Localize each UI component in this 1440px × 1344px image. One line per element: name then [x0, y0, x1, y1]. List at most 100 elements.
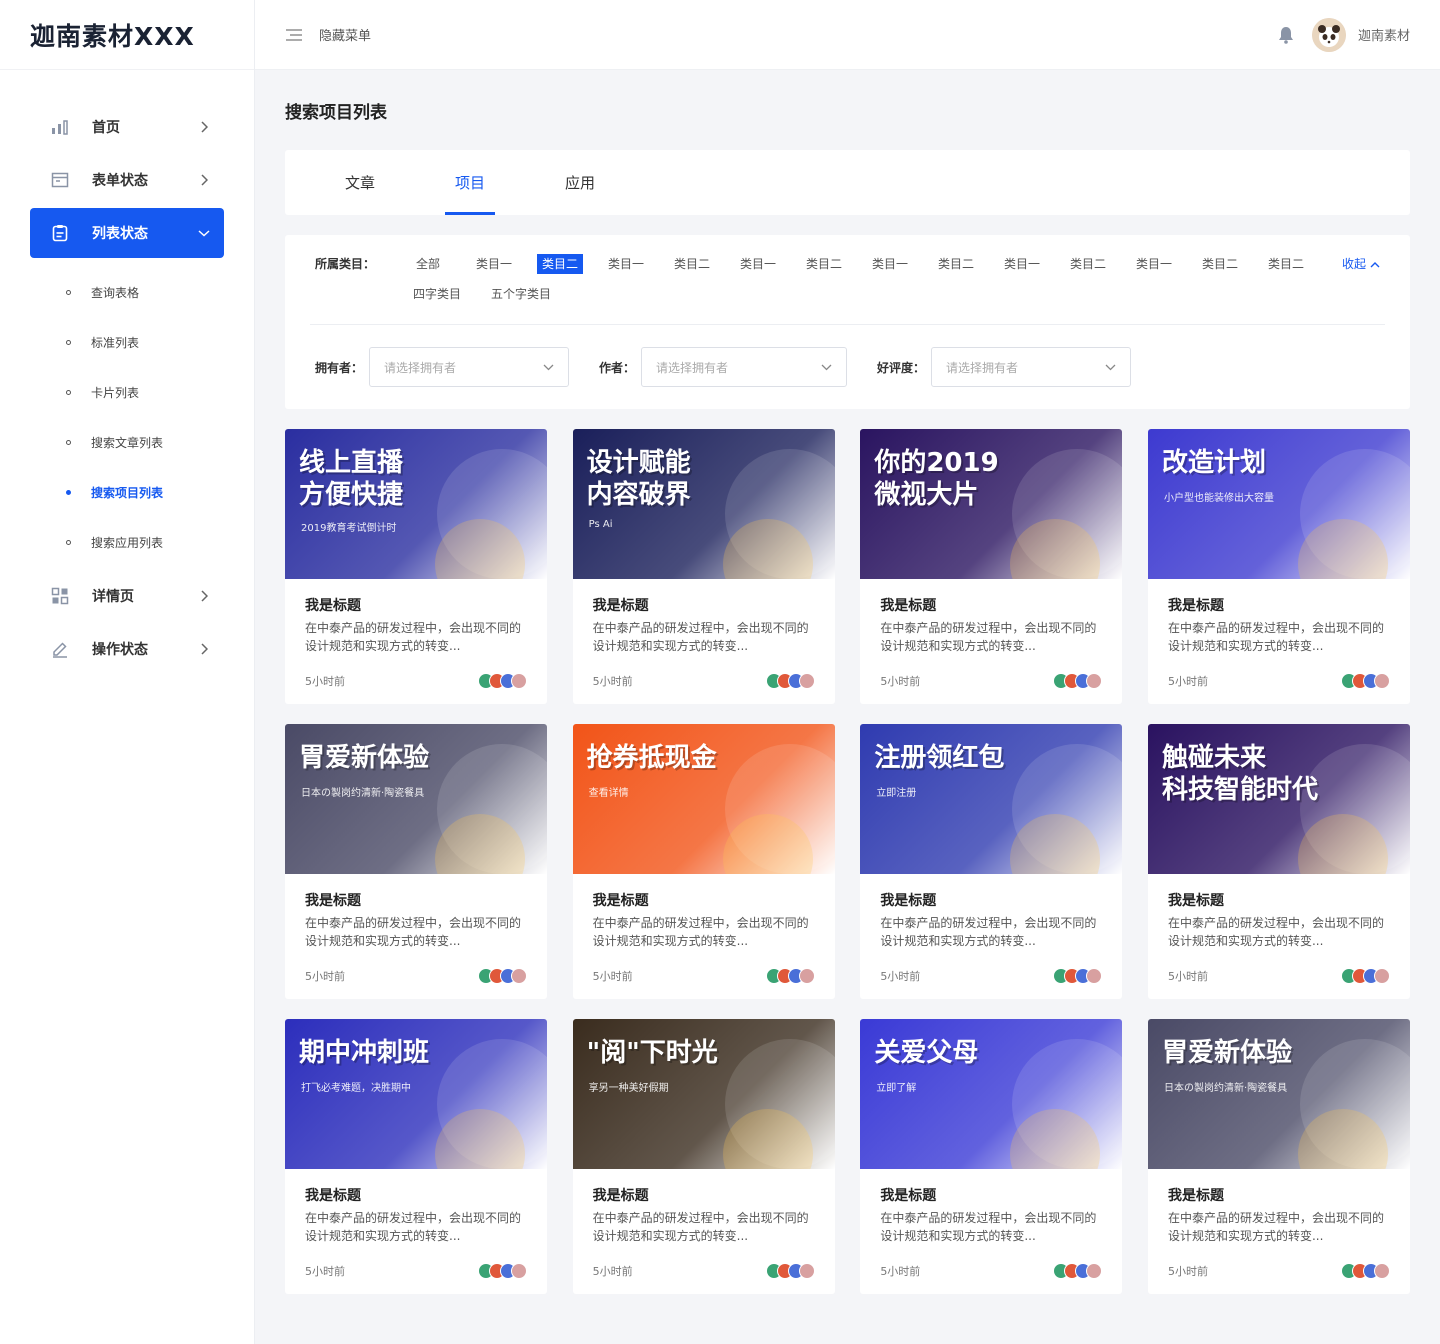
project-card[interactable]: 抢券抵现金 查看详情 我是标题 在中泰产品的研发过程中，会出现不同的设计规范和实现方式…	[572, 724, 835, 999]
member-avatar[interactable]	[1086, 1263, 1103, 1279]
card-body: 我是标题 在中泰产品的研发过程中，会出现不同的设计规范和实现方式的转变... 5小时…	[573, 579, 835, 689]
member-avatars[interactable]	[478, 1263, 527, 1279]
member-avatars[interactable]	[1340, 673, 1390, 689]
banner-headline: 胃爱新体验	[299, 743, 430, 773]
menu-toggle-icon[interactable]	[285, 28, 303, 42]
category-option[interactable]: 类目二	[1187, 253, 1253, 275]
card-body: 我是标题 在中泰产品的研发过程中，会出现不同的设计规范和实现方式的转变... 5小时…	[285, 579, 547, 689]
member-avatar[interactable]	[511, 968, 527, 984]
member-avatars[interactable]	[1053, 673, 1103, 689]
card-time: 5小时前	[1167, 970, 1208, 983]
member-avatars[interactable]	[1340, 1263, 1390, 1279]
card-banner-image: 关爱父母 立即了解	[860, 1019, 1123, 1169]
sub-item-card-list[interactable]: 卡片列表	[0, 367, 254, 417]
member-avatar[interactable]	[798, 968, 815, 984]
owner-select[interactable]: 请选择拥有者	[369, 347, 570, 387]
user-name[interactable]: 迦南素材	[1358, 25, 1410, 44]
card-description: 在中泰产品的研发过程中，会出现不同的设计规范和实现方式的转变...	[592, 1211, 809, 1243]
member-avatar[interactable]	[798, 673, 815, 689]
project-card[interactable]: 你的2019 微视大片 我是标题 在中泰产品的研发过程中，会出现不同的设计规范和实现…	[860, 429, 1123, 704]
sub-item-app-search[interactable]: 搜索应用列表	[0, 517, 254, 567]
grid-layout-icon	[50, 586, 70, 606]
member-avatar[interactable]	[1373, 673, 1390, 689]
banner-subtext: 享另一种美好假期	[588, 1083, 669, 1094]
member-avatar[interactable]	[511, 1263, 527, 1279]
category-option[interactable]: 类目一	[593, 253, 659, 275]
tab-apps[interactable]: 应用	[525, 150, 635, 215]
member-avatar[interactable]	[1086, 673, 1103, 689]
user-avatar[interactable]	[1311, 17, 1346, 52]
project-card[interactable]: 注册领红包 立即注册 我是标题 在中泰产品的研发过程中，会出现不同的设计规范和实现方式…	[860, 724, 1123, 999]
collapse-toggle[interactable]: 收起	[1342, 253, 1380, 275]
chevron-right-icon	[196, 643, 212, 655]
member-avatars[interactable]	[765, 1263, 815, 1279]
banner-headline: 注册领红包	[874, 743, 1005, 773]
category-option[interactable]: 类目二	[527, 253, 593, 275]
sidebar-item-label: 表单状态	[92, 173, 148, 189]
category-option[interactable]: 类目一	[1121, 253, 1187, 275]
tab-articles[interactable]: 文章	[305, 150, 415, 215]
sub-item-article-search[interactable]: 搜索文章列表	[0, 417, 254, 467]
sidebar-item-label: 操作状态	[92, 642, 148, 658]
member-avatar[interactable]	[511, 673, 527, 689]
sidebar-item-list[interactable]: 列表状态	[30, 208, 224, 258]
project-card[interactable]: 线上直播 方便快捷 2019教育考试倒计时 我是标题 在中泰产品的研发过程中，会出现不…	[285, 429, 547, 704]
sidebar-item-home[interactable]: 首页	[30, 102, 224, 152]
author-select[interactable]: 请选择拥有者	[641, 347, 848, 387]
category-option[interactable]: 类目二	[659, 253, 725, 275]
category-filter: 所属类目： 全部 类目一 类目二 类目一 类目二 类目一 类目二 类目一 类目二 类目一 类目二 类目…	[315, 253, 1380, 313]
category-option[interactable]: 类目一	[989, 253, 1055, 275]
project-card[interactable]: 期中冲刺班 打飞必考难题，决胜期中 我是标题 在中泰产品的研发过程中，会出现不同的设计…	[285, 1019, 547, 1294]
category-option[interactable]: 类目一	[461, 253, 527, 275]
category-option[interactable]: 类目一	[857, 253, 923, 275]
sub-item-project-search[interactable]: 搜索项目列表	[0, 467, 254, 517]
card-banner-image: 抢券抵现金 查看详情	[572, 724, 835, 874]
member-avatar[interactable]	[1373, 968, 1390, 984]
sub-item-standard-list[interactable]: 标准列表	[0, 317, 254, 367]
card-description: 在中泰产品的研发过程中，会出现不同的设计规范和实现方式的转变...	[880, 916, 1097, 948]
project-card[interactable]: 设计赋能 内容破界 Ps Ai 我是标题 在中泰产品的研发过程中，会出现不同的设计规范…	[572, 429, 835, 704]
member-avatars[interactable]	[765, 968, 815, 984]
project-card[interactable]: 胃爱新体验 日本の製岗约清新·陶瓷餐具 我是标题 在中泰产品的研发过程中，会出现不同的…	[1147, 1019, 1410, 1294]
chevron-right-icon	[196, 174, 212, 186]
category-option[interactable]: 类目一	[725, 253, 791, 275]
project-card[interactable]: 改造计划 小户型也能装修出大容量 我是标题 在中泰产品的研发过程中，会出现不同的设计规…	[1147, 429, 1410, 704]
banner-headline: 关爱父母	[874, 1038, 979, 1068]
category-option[interactable]: 类目二	[791, 253, 857, 275]
card-description: 在中泰产品的研发过程中，会出现不同的设计规范和实现方式的转变...	[305, 621, 522, 653]
member-avatar[interactable]	[798, 1263, 815, 1279]
owner-placeholder: 请选择拥有者	[384, 360, 457, 375]
card-title: 我是标题	[592, 1188, 649, 1204]
sidebar-item-operation[interactable]: 操作状态	[30, 624, 224, 674]
card-footer: 5小时前	[880, 673, 1103, 689]
card-banner-image: 线上直播 方便快捷 2019教育考试倒计时	[285, 429, 547, 579]
member-avatars[interactable]	[1053, 968, 1103, 984]
app-logo[interactable]: 迦南素材XXX	[0, 0, 254, 70]
card-footer: 5小时前	[880, 1263, 1103, 1279]
category-option[interactable]: 类目二	[1055, 253, 1121, 275]
sidebar-item-form[interactable]: 表单状态	[30, 155, 224, 205]
member-avatars[interactable]	[478, 968, 527, 984]
project-card[interactable]: 胃爱新体验 日本の製岗约清新·陶瓷餐具 我是标题 在中泰产品的研发过程中，会出现不同的…	[285, 724, 547, 999]
project-card[interactable]: 触碰未来 科技智能时代 我是标题 在中泰产品的研发过程中，会出现不同的设计规范和实现…	[1147, 724, 1410, 999]
category-option[interactable]: 类目二	[923, 253, 989, 275]
project-card[interactable]: "阅"下时光 享另一种美好假期 我是标题 在中泰产品的研发过程中，会出现不同的设计规范…	[572, 1019, 835, 1294]
menu-toggle-label[interactable]: 隐藏菜单	[319, 25, 1278, 44]
category-option[interactable]: 类目二	[1253, 253, 1319, 275]
tab-projects[interactable]: 项目	[415, 150, 525, 215]
category-option[interactable]: 四字类目	[395, 283, 479, 305]
card-footer: 5小时前	[305, 1263, 527, 1279]
category-option[interactable]: 五个字类目	[479, 283, 563, 305]
member-avatars[interactable]	[1340, 968, 1390, 984]
sidebar-item-detail[interactable]: 详情页	[30, 571, 224, 621]
category-option[interactable]: 全部	[395, 253, 461, 275]
project-card[interactable]: 关爱父母 立即了解 我是标题 在中泰产品的研发过程中，会出现不同的设计规范和实现方式的…	[860, 1019, 1123, 1294]
member-avatars[interactable]	[765, 673, 815, 689]
sub-item-query-table[interactable]: 查询表格	[0, 267, 254, 317]
member-avatar[interactable]	[1373, 1263, 1390, 1279]
member-avatars[interactable]	[1053, 1263, 1103, 1279]
rating-select[interactable]: 请选择拥有者	[931, 347, 1132, 387]
bell-icon[interactable]	[1278, 26, 1294, 44]
member-avatars[interactable]	[478, 673, 527, 689]
member-avatar[interactable]	[1086, 968, 1103, 984]
